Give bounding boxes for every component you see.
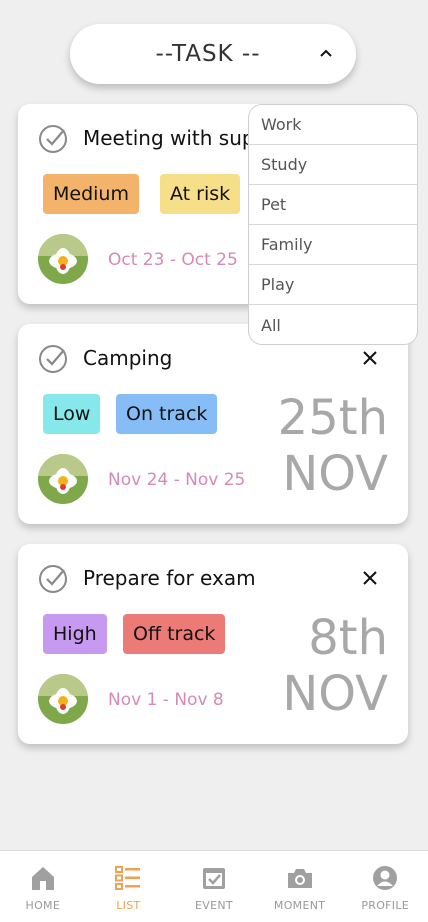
nav-label: PROFILE	[361, 899, 410, 912]
dropdown-option-pet[interactable]: Pet	[249, 185, 417, 225]
check-circle-icon[interactable]	[38, 344, 68, 374]
dropdown-option-study[interactable]: Study	[249, 145, 417, 185]
home-icon	[31, 867, 54, 890]
nav-item-list[interactable]: LIST	[86, 851, 172, 922]
priority-badge: Low	[43, 394, 101, 434]
priority-badge: Medium	[43, 174, 139, 214]
dropdown-option-work[interactable]: Work	[249, 105, 417, 145]
avatar	[38, 234, 88, 284]
avatar	[38, 454, 88, 504]
due-date-display: 25th NOV	[278, 390, 388, 502]
selector-label: --TASK --	[155, 41, 261, 67]
due-day: 8th	[308, 610, 388, 666]
check-circle-icon[interactable]	[38, 564, 68, 594]
task-card[interactable]: Prepare for exam High Off track 8th NOV …	[18, 544, 408, 744]
camera-icon	[287, 869, 312, 888]
close-icon[interactable]	[362, 570, 378, 586]
nav-item-home[interactable]: HOME	[0, 851, 86, 922]
nav-label: LIST	[116, 899, 141, 912]
list-icon	[115, 866, 141, 890]
due-month: NOV	[282, 446, 388, 502]
dropdown-option-family[interactable]: Family	[249, 225, 417, 265]
task-date-range: Nov 24 - Nov 25	[108, 470, 246, 490]
task-title: Camping	[83, 346, 173, 370]
nav-label: MOMENT	[273, 899, 326, 912]
chevron-up-icon[interactable]	[318, 45, 334, 61]
status-badge: At risk	[160, 174, 241, 214]
check-circle-icon[interactable]	[38, 124, 68, 154]
task-title: Meeting with sup	[83, 126, 255, 150]
task-date-range: Oct 23 - Oct 25	[108, 250, 238, 270]
due-day: 25th	[277, 390, 388, 446]
task-date-range: Nov 1 - Nov 8	[108, 690, 224, 710]
dropdown-option-play[interactable]: Play	[249, 265, 417, 305]
nav-item-moment[interactable]: MOMENT	[257, 851, 343, 922]
nav-label: EVENT	[195, 899, 233, 912]
bottom-navigation: HOME LIST EVENT MOMENT PROFILE	[0, 850, 428, 922]
profile-icon	[373, 866, 398, 890]
task-card[interactable]: Camping Low On track 25th NOV Nov 24 - N…	[18, 324, 408, 524]
status-badge: Off track	[123, 614, 226, 654]
close-icon[interactable]	[362, 350, 378, 366]
nav-item-event[interactable]: EVENT	[171, 851, 257, 922]
nav-item-profile[interactable]: PROFILE	[342, 851, 428, 922]
avatar	[38, 674, 88, 724]
task-title: Prepare for exam	[83, 566, 256, 590]
calendar-icon	[202, 868, 225, 889]
due-month: NOV	[282, 666, 388, 722]
status-badge: On track	[116, 394, 218, 434]
due-date-display: 8th NOV	[282, 610, 388, 722]
dropdown-option-all[interactable]: All	[249, 305, 417, 344]
task-category-selector[interactable]: --TASK --	[70, 24, 356, 84]
priority-badge: High	[43, 614, 107, 654]
category-dropdown: Work Study Pet Family Play All	[248, 104, 418, 345]
nav-label: HOME	[25, 899, 61, 912]
